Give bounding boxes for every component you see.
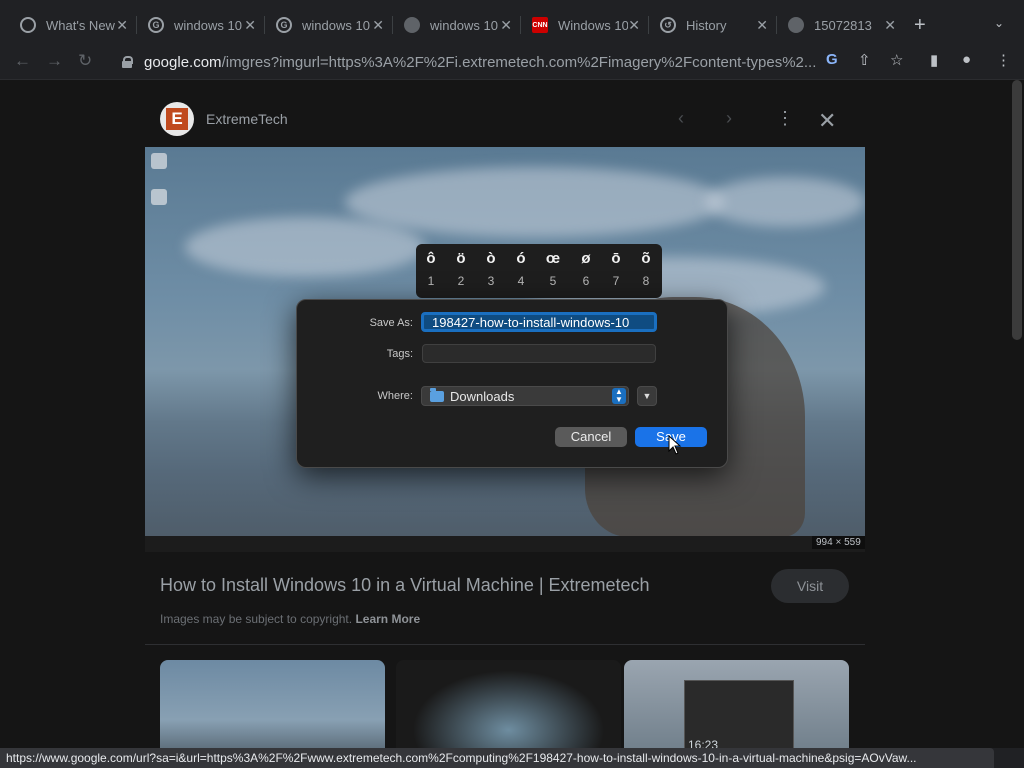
forward-arrow-icon[interactable]: → [46, 51, 63, 71]
tags-label: Tags: [386, 348, 413, 360]
accent-option[interactable]: œ5 [538, 250, 568, 288]
close-tab-icon[interactable]: ✕ [244, 17, 256, 34]
site-name: ExtremeTech [206, 111, 288, 127]
where-select[interactable]: Downloads ▲ ▼ [421, 386, 629, 406]
close-tab-icon[interactable]: ✕ [500, 17, 512, 34]
tab-title: windows 10 [302, 17, 370, 33]
close-tab-icon[interactable]: ✕ [116, 17, 128, 34]
share-icon[interactable]: ⇧ [858, 51, 871, 69]
tab-title: History [686, 17, 727, 33]
chevron-down-icon[interactable]: ⌄ [994, 16, 1004, 30]
back-arrow-icon[interactable]: ← [14, 51, 31, 71]
side-panel-icon[interactable]: ▮ [930, 51, 938, 69]
tab-windows-10-site[interactable]: windows 10 ✕ [390, 8, 518, 42]
tab-title: windows 10 [174, 17, 242, 33]
close-icon[interactable]: ✕ [818, 108, 836, 134]
learn-more-link[interactable]: Learn More [355, 612, 420, 626]
address-bar[interactable]: google.com /imgres?imgurl=https%3A%2F%2F… [108, 48, 918, 76]
accent-option[interactable]: ō7 [601, 250, 631, 288]
image-dimensions: 994 × 559 [812, 536, 865, 549]
divider [145, 644, 865, 645]
accent-option[interactable]: ô1 [416, 250, 446, 288]
google-icon: G [276, 17, 292, 33]
next-image-icon[interactable]: › [726, 108, 732, 129]
accent-character-picker: ô1 ö2 ò3 ó4 œ5 ø6 ō7 õ8 [416, 244, 662, 298]
tab-whats-new[interactable]: What's New ✕ [6, 8, 134, 42]
new-tab-icon[interactable]: + [914, 14, 926, 37]
where-value: Downloads [450, 388, 515, 404]
image-panel-header: E ExtremeTech [160, 102, 288, 136]
accent-option[interactable]: ò3 [476, 250, 506, 288]
close-tab-icon[interactable]: ✕ [756, 17, 768, 34]
image-title[interactable]: How to Install Windows 10 in a Virtual M… [160, 575, 650, 596]
tab-image-15072813[interactable]: 15072813 ✕ [774, 8, 902, 42]
related-image-thumbnail[interactable]: 16:23 [624, 660, 849, 760]
where-label: Where: [377, 390, 413, 402]
link-status-bubble: https://www.google.com/url?sa=i&url=http… [0, 748, 994, 768]
tab-strip: What's New ✕ G windows 10 ✕ G windows 10… [0, 0, 1024, 46]
chrome-icon [20, 17, 36, 33]
more-vert-icon[interactable]: ⋮ [776, 108, 794, 129]
related-image-thumbnail[interactable] [160, 660, 385, 760]
url-path: /imgres?imgurl=https%3A%2F%2Fi.extremete… [221, 53, 817, 71]
expand-dialog-button[interactable]: ▼ [637, 386, 657, 406]
windows-taskbar [145, 536, 865, 552]
google-icon: G [148, 17, 164, 33]
tab-title: Windows 10 [558, 17, 628, 33]
tab-windows-10-search-1[interactable]: G windows 10 ✕ [134, 8, 262, 42]
steam-icon [151, 189, 167, 205]
extremetech-logo: E [160, 102, 194, 136]
visit-button[interactable]: Visit [771, 569, 849, 603]
url-host: google.com [144, 53, 222, 71]
google-lens-icon[interactable]: G [826, 51, 838, 68]
history-icon: ↺ [660, 17, 676, 33]
tab-title: 15072813 [814, 17, 872, 33]
copyright-notice: Images may be subject to copyright. Lear… [160, 612, 420, 626]
tags-field[interactable] [422, 344, 656, 363]
save-as-label: Save As: [369, 317, 413, 329]
scrollbar[interactable] [1012, 80, 1022, 340]
tab-title: windows 10 [430, 17, 498, 33]
save-as-field[interactable] [421, 312, 657, 332]
tab-windows-10-search-2[interactable]: G windows 10 ✕ [262, 8, 390, 42]
save-dialog: Save As: Tags: Where: Downloads ▲▼ ▼ Can… [296, 299, 728, 468]
mouse-cursor-icon [668, 435, 682, 455]
previous-image-icon[interactable]: ‹ [678, 108, 684, 129]
tab-cnn-windows-10[interactable]: CNN Windows 10 ✕ [518, 8, 646, 42]
accent-option[interactable]: ö2 [446, 250, 476, 288]
cnn-icon: CNN [532, 17, 548, 33]
tab-history[interactable]: ↺ History ✕ [646, 8, 774, 42]
accent-option[interactable]: ó4 [506, 250, 536, 288]
bookmark-star-icon[interactable]: ☆ [890, 51, 903, 69]
reload-icon[interactable]: ↻ [78, 51, 92, 71]
globe-icon [788, 17, 804, 33]
lock-icon [122, 56, 133, 68]
profile-icon[interactable]: ● [962, 51, 971, 68]
accent-option[interactable]: õ8 [631, 250, 661, 288]
close-tab-icon[interactable]: ✕ [372, 17, 384, 34]
up-down-chevron-icon: ▲ ▼ [612, 388, 626, 404]
recycle-bin-icon [151, 153, 167, 169]
globe-icon [404, 17, 420, 33]
copyright-text: Images may be subject to copyright. [160, 612, 353, 626]
accent-option[interactable]: ø6 [571, 250, 601, 288]
folder-icon [430, 387, 444, 402]
related-image-thumbnail[interactable] [396, 660, 621, 760]
tab-title: What's New [46, 17, 115, 33]
more-vert-icon[interactable]: ⋮ [996, 51, 1011, 69]
cancel-button[interactable]: Cancel [555, 427, 627, 447]
close-tab-icon[interactable]: ✕ [884, 17, 896, 34]
close-tab-icon[interactable]: ✕ [628, 17, 640, 34]
